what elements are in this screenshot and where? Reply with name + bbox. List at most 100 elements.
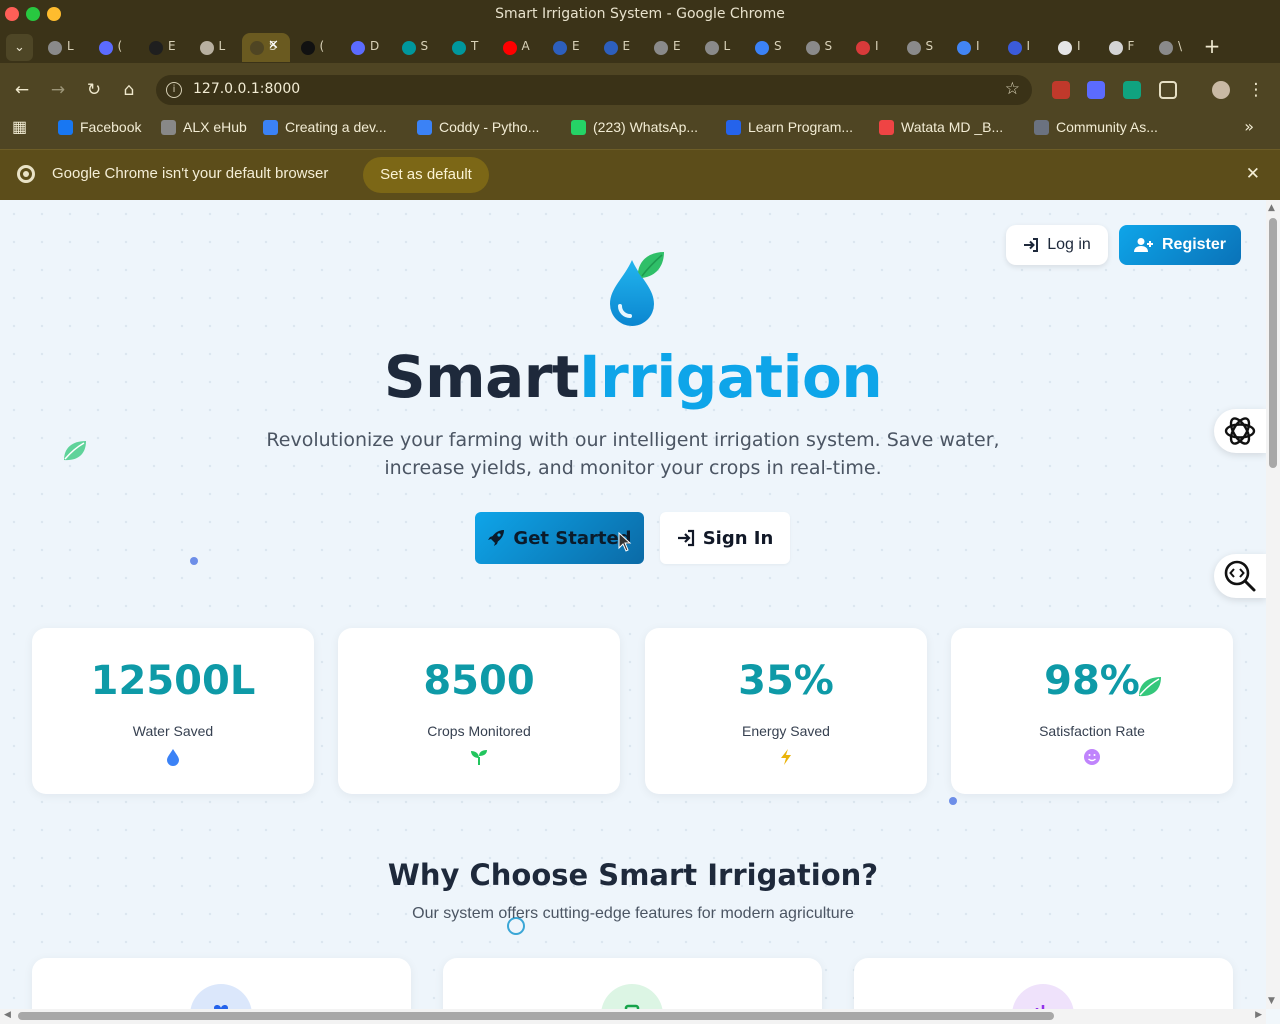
default-browser-infobar: Google Chrome isn't your default browser… xyxy=(0,149,1280,200)
bookmark-label: Learn Program... xyxy=(748,119,854,135)
browser-tab[interactable]: T xyxy=(444,33,492,62)
bookmarks-bar: ▦ Facebook ALX eHub Creating a dev... Coddy… xyxy=(0,117,1280,149)
stat-label: Energy Saved xyxy=(742,723,830,739)
browser-tab[interactable]: I xyxy=(1000,33,1048,62)
back-icon[interactable]: ← xyxy=(11,79,33,101)
apps-grid-icon[interactable]: ▦ xyxy=(12,117,27,137)
scroll-up-arrow-icon[interactable]: ▲ xyxy=(1268,203,1275,213)
bookmark-star-icon[interactable]: ☆ xyxy=(1005,79,1020,99)
browser-tab[interactable]: I xyxy=(1050,33,1098,62)
address-url[interactable]: 127.0.0.1:8000 xyxy=(193,81,300,97)
tab-title: S xyxy=(824,39,833,53)
sign-in-button[interactable]: Sign In xyxy=(660,512,790,564)
bookmark-item[interactable]: Creating a dev... xyxy=(263,117,387,137)
browser-tab[interactable]: \ xyxy=(1151,33,1199,62)
stat-label: Satisfaction Rate xyxy=(1039,723,1145,739)
bookmark-label: Watata MD _B... xyxy=(901,119,1004,135)
browser-tab[interactable]: F xyxy=(1101,33,1149,62)
tab-favicon-icon xyxy=(805,41,820,55)
browser-tab[interactable]: D xyxy=(343,33,391,62)
stat-value: 35% xyxy=(738,658,834,704)
site-info-icon[interactable]: i xyxy=(166,82,182,98)
bookmark-item[interactable]: Learn Program... xyxy=(726,117,853,137)
bookmark-item[interactable]: (223) WhatsAp... xyxy=(571,117,698,137)
browser-tab[interactable]: S xyxy=(747,33,795,62)
water-drop-leaf-icon xyxy=(610,252,664,326)
reload-icon[interactable]: ↻ xyxy=(83,79,105,101)
browser-tab[interactable]: ( xyxy=(91,33,139,62)
browser-tab[interactable]: E xyxy=(646,33,694,62)
login-button[interactable]: Log in xyxy=(1006,225,1108,265)
feature-card xyxy=(32,958,411,1009)
extension-icon[interactable] xyxy=(1123,81,1141,99)
bookmarks-overflow-icon[interactable]: » xyxy=(1244,117,1254,136)
extensions-puzzle-icon[interactable] xyxy=(1159,81,1177,99)
assistant-widget-button[interactable] xyxy=(1214,409,1266,453)
bookmark-item[interactable]: Coddy - Pytho... xyxy=(417,117,539,137)
browser-tab[interactable]: L xyxy=(697,33,745,62)
tab-search-button[interactable]: ⌄ xyxy=(6,34,33,61)
vertical-scrollbar[interactable]: ▲ ▼ xyxy=(1266,200,1280,1009)
browser-tab[interactable]: S ✕ xyxy=(242,33,290,62)
stat-card: 12500L Water Saved xyxy=(32,628,314,794)
browser-tab[interactable]: S xyxy=(394,33,442,62)
browser-tab[interactable]: L xyxy=(192,33,240,62)
horizontal-scroll-thumb[interactable] xyxy=(18,1012,1054,1020)
menu-kebab-icon[interactable]: ⋮ xyxy=(1245,79,1267,101)
scroll-left-arrow-icon[interactable]: ◀ xyxy=(4,1010,11,1020)
tab-title: E xyxy=(673,39,681,53)
tab-favicon-icon xyxy=(603,41,618,55)
scroll-down-arrow-icon[interactable]: ▼ xyxy=(1268,996,1275,1006)
bookmark-item[interactable]: ALX eHub xyxy=(161,117,247,137)
tab-close-icon[interactable]: ✕ xyxy=(268,38,279,53)
profile-avatar[interactable] xyxy=(1212,81,1230,99)
decorative-dot xyxy=(190,557,198,565)
new-tab-button[interactable]: + xyxy=(1202,33,1222,59)
tab-favicon-icon xyxy=(351,41,365,55)
browser-tab[interactable]: S xyxy=(798,33,846,62)
smile-icon xyxy=(951,748,1233,766)
browser-tab[interactable]: ( xyxy=(293,33,341,62)
mouse-cursor-icon xyxy=(618,532,632,552)
browser-tab[interactable]: I xyxy=(848,33,896,62)
bookmark-item[interactable]: Watata MD _B... xyxy=(879,117,1003,137)
bookmark-item[interactable]: Community As... xyxy=(1034,117,1158,137)
browser-tab[interactable]: E xyxy=(596,33,644,62)
hero-title-part2: Irrigation xyxy=(579,343,883,411)
inspect-widget-button[interactable] xyxy=(1214,554,1266,598)
forward-icon[interactable]: → xyxy=(47,79,69,101)
tab-title: D xyxy=(370,39,380,53)
bookmark-item[interactable]: Facebook xyxy=(58,117,141,137)
register-button[interactable]: Register xyxy=(1119,225,1241,265)
set-default-button[interactable]: Set as default xyxy=(363,157,489,193)
tab-title: E xyxy=(168,39,176,53)
browser-tab[interactable]: I xyxy=(949,33,997,62)
tab-favicon-icon xyxy=(250,41,264,55)
browser-tab[interactable]: E xyxy=(545,33,593,62)
tab-favicon-icon xyxy=(704,41,719,55)
register-label: Register xyxy=(1161,236,1227,253)
tab-favicon-icon xyxy=(300,41,315,55)
feature-card xyxy=(854,958,1233,1009)
page-viewport: Log in Register SmartIrrigation Revoluti… xyxy=(0,200,1266,1009)
browser-tab[interactable]: S xyxy=(899,33,947,62)
extension-icon[interactable] xyxy=(1087,81,1105,99)
tab-strip: ⌄ L (E L S ✕ (D S T A E E E L S S I S I I I F \ + xyxy=(0,30,1280,63)
horizontal-scrollbar[interactable]: ◀ ▶ xyxy=(0,1009,1266,1024)
address-bar[interactable]: i 127.0.0.1:8000 ☆ xyxy=(156,75,1032,105)
browser-tab[interactable]: E xyxy=(141,33,189,62)
home-icon[interactable]: ⌂ xyxy=(118,79,140,101)
scroll-right-arrow-icon[interactable]: ▶ xyxy=(1255,1010,1262,1020)
extension-icon[interactable] xyxy=(1052,81,1070,99)
tab-title: S xyxy=(420,39,429,53)
tab-title: I xyxy=(1026,39,1031,53)
water-drop-icon xyxy=(32,748,314,766)
vertical-scroll-thumb[interactable] xyxy=(1269,218,1277,468)
bookmark-favicon-icon xyxy=(1034,119,1049,135)
browser-tab[interactable]: A xyxy=(495,33,543,62)
why-section-subtitle: Our system offers cutting-edge features … xyxy=(412,905,854,922)
window-titlebar: Smart Irrigation System - Google Chrome xyxy=(0,0,1280,30)
browser-tab[interactable]: L xyxy=(40,33,88,62)
leaf-icon xyxy=(1137,676,1163,702)
infobar-close-icon[interactable]: ✕ xyxy=(1246,164,1260,184)
